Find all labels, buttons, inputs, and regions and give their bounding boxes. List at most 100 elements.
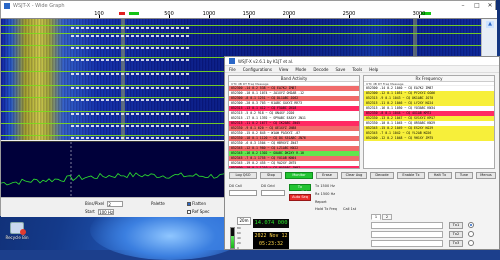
waterfall-period-line xyxy=(1,25,481,26)
menu-item-view[interactable]: View xyxy=(279,67,289,72)
ref-spec-check-icon xyxy=(187,210,191,214)
ref-spec-checkbox[interactable]: Ref Spec xyxy=(187,209,209,214)
tx-hz-label: Tx 1500 Hz xyxy=(315,184,335,188)
waterfall-decode-label xyxy=(71,87,191,89)
tx-tab-1[interactable]: 1 xyxy=(371,214,381,220)
clock-date: 2022 Nov 12 xyxy=(254,233,288,239)
clock-time: 05:23:32 xyxy=(258,241,284,247)
waterfall-decode-label xyxy=(71,113,191,115)
frequency-tick-mark xyxy=(349,15,350,18)
dx-grid-field[interactable] xyxy=(261,190,285,196)
flatten-check-icon xyxy=(187,202,191,206)
rx-frequency-pane[interactable]: Rx Frequency UTC dB DT Freq Message 0523… xyxy=(363,75,495,169)
band-activity-pane[interactable]: Band Activity UTC dB DT Freq Message 052… xyxy=(228,75,360,169)
enable-tx-button[interactable]: Enable Tx xyxy=(397,172,425,179)
dx-grid-label: DX Grid xyxy=(261,184,275,188)
signal-level-meter xyxy=(230,227,235,249)
hold-tx-label: Hold Tx Freq xyxy=(315,207,337,211)
waterfall-signal-trace xyxy=(121,19,125,140)
waterfall-decode-label xyxy=(71,73,191,75)
palette-control[interactable]: Palette xyxy=(151,201,165,206)
bins-spinbox[interactable]: 2 xyxy=(107,201,124,207)
auto-seq-checkbox[interactable]: Auto Seq xyxy=(289,194,311,201)
scroll-up-icon[interactable]: ▲ xyxy=(486,21,494,28)
flatten-checkbox[interactable]: Flatten xyxy=(187,201,206,206)
band-activity-list[interactable]: 052300 -14 0.2 538 ~ CQ EA7KJ IM87 052300… xyxy=(229,86,359,168)
log-qso-button[interactable]: Log QSO xyxy=(229,172,257,179)
waterfall-decode-label xyxy=(71,125,191,127)
tx-frequency-marker[interactable] xyxy=(129,12,139,15)
tx-message-field[interactable] xyxy=(371,231,443,238)
wsjtx-main-window: WSJT-X v2.6.1 by K1JT et al. File Configu… xyxy=(224,56,500,250)
menus-button[interactable]: Menus xyxy=(476,172,496,179)
main-window-title: WSJT-X v2.6.1 by K1JT et al. xyxy=(238,58,294,64)
control-panel: Log QSO Stop Monitor Erase Clear Avg Dec… xyxy=(225,170,500,251)
call-first-label: Call 1st xyxy=(343,207,357,211)
tx-message-button[interactable]: Tx3 xyxy=(449,240,463,247)
signal-level-fill xyxy=(231,236,234,248)
waterfall-period-line xyxy=(1,33,481,34)
band-activity-row[interactable]: 052400 -10 0.1 1210 ~ CQ HA5ABC JN97 xyxy=(229,166,359,168)
decode-button[interactable]: Decode xyxy=(370,172,394,179)
band-selector[interactable]: 20m xyxy=(237,217,251,225)
menu-item-mode[interactable]: Mode xyxy=(295,67,306,72)
waterfall-decode-label xyxy=(71,47,191,49)
menu-item-save[interactable]: Save xyxy=(336,67,346,72)
tx-select-radio[interactable] xyxy=(468,231,474,237)
app-icon xyxy=(229,58,235,64)
ref-spec-label: Ref Spec xyxy=(192,209,210,214)
menu-item-configurations[interactable]: Configurations xyxy=(243,67,272,72)
meter-scale-label: 0 xyxy=(237,246,239,250)
rx-hz-label: Rx 1500 Hz xyxy=(315,192,336,196)
waterfall-decode-label xyxy=(71,35,191,37)
flatten-label: Flatten xyxy=(192,201,206,206)
rx-frequency-list[interactable]: 052300 -14 0.2 1040 ~ CQ EA7KJ IM87 05230… xyxy=(364,86,494,141)
dx-call-field[interactable] xyxy=(229,190,257,196)
waterfall-period-line xyxy=(1,45,481,46)
frequency-tick-mark xyxy=(209,15,210,18)
stop-button[interactable]: Stop xyxy=(260,172,282,179)
meter-scale: 80 60 40 20 0 xyxy=(237,226,241,251)
tune-button[interactable]: Tune xyxy=(455,172,473,179)
dial-frequency-display[interactable]: 14.074 000 xyxy=(253,219,289,228)
minimize-button[interactable]: – xyxy=(457,1,469,10)
app-icon xyxy=(4,2,10,9)
frequency-tick-mark xyxy=(289,15,290,18)
clock-display: 2022 Nov 12 05:23:32 xyxy=(253,232,289,249)
bins-control[interactable]: Bins/Pixel 2 xyxy=(85,201,124,207)
menu-item-file[interactable]: File xyxy=(229,67,236,72)
recycle-bin-icon xyxy=(10,222,26,235)
start-spinbox[interactable]: 100 Hz xyxy=(98,209,115,215)
start-label: Start xyxy=(85,209,95,214)
frequency-tick-mark xyxy=(249,15,250,18)
recycle-bin-desktop-icon[interactable]: Recycle Bin xyxy=(3,222,31,248)
tx-tab-2[interactable]: 2 xyxy=(382,214,392,220)
monitor-button[interactable]: Monitor xyxy=(285,172,313,179)
rx-frequency-row[interactable]: 052400 -12 0.2 1048 ~ CQ 9H1XY JM75 xyxy=(364,136,494,141)
menu-item-help[interactable]: Help xyxy=(369,67,378,72)
waterfall-decode-label xyxy=(71,27,191,29)
tx-message-button[interactable]: Tx2 xyxy=(449,231,463,238)
rx-frequency-marker[interactable] xyxy=(119,12,125,15)
tx-even-checkbox[interactable]: Tx even/1st xyxy=(289,184,311,194)
palette-label: Palette xyxy=(151,201,165,206)
bins-label: Bins/Pixel xyxy=(85,201,105,206)
dx-call-label: DX Call xyxy=(229,184,242,188)
waterfall-decode-label xyxy=(71,137,191,139)
tx-select-radio[interactable] xyxy=(468,222,474,228)
maximize-button[interactable]: □ xyxy=(471,1,483,10)
halt-tx-button[interactable]: Halt Tx xyxy=(428,172,452,179)
erase-button[interactable]: Erase xyxy=(316,172,338,179)
tx-message-field[interactable] xyxy=(371,240,443,247)
frequency-tick-mark xyxy=(99,15,100,18)
tx-message-button[interactable]: Tx1 xyxy=(449,222,463,229)
tx-message-field[interactable] xyxy=(371,222,443,229)
clear-avg-button[interactable]: Clear Avg xyxy=(341,172,367,179)
menu-item-tools[interactable]: Tools xyxy=(352,67,362,72)
tx-select-radio[interactable] xyxy=(468,240,474,246)
menu-item-decode[interactable]: Decode xyxy=(313,67,328,72)
frequency-ruler[interactable]: 100 500 1000 1500 2000 2500 3000 xyxy=(1,10,497,19)
frequency-tick-mark xyxy=(419,15,420,18)
close-button[interactable]: ✕ xyxy=(484,1,496,10)
start-control[interactable]: Start 100 Hz xyxy=(85,209,115,215)
